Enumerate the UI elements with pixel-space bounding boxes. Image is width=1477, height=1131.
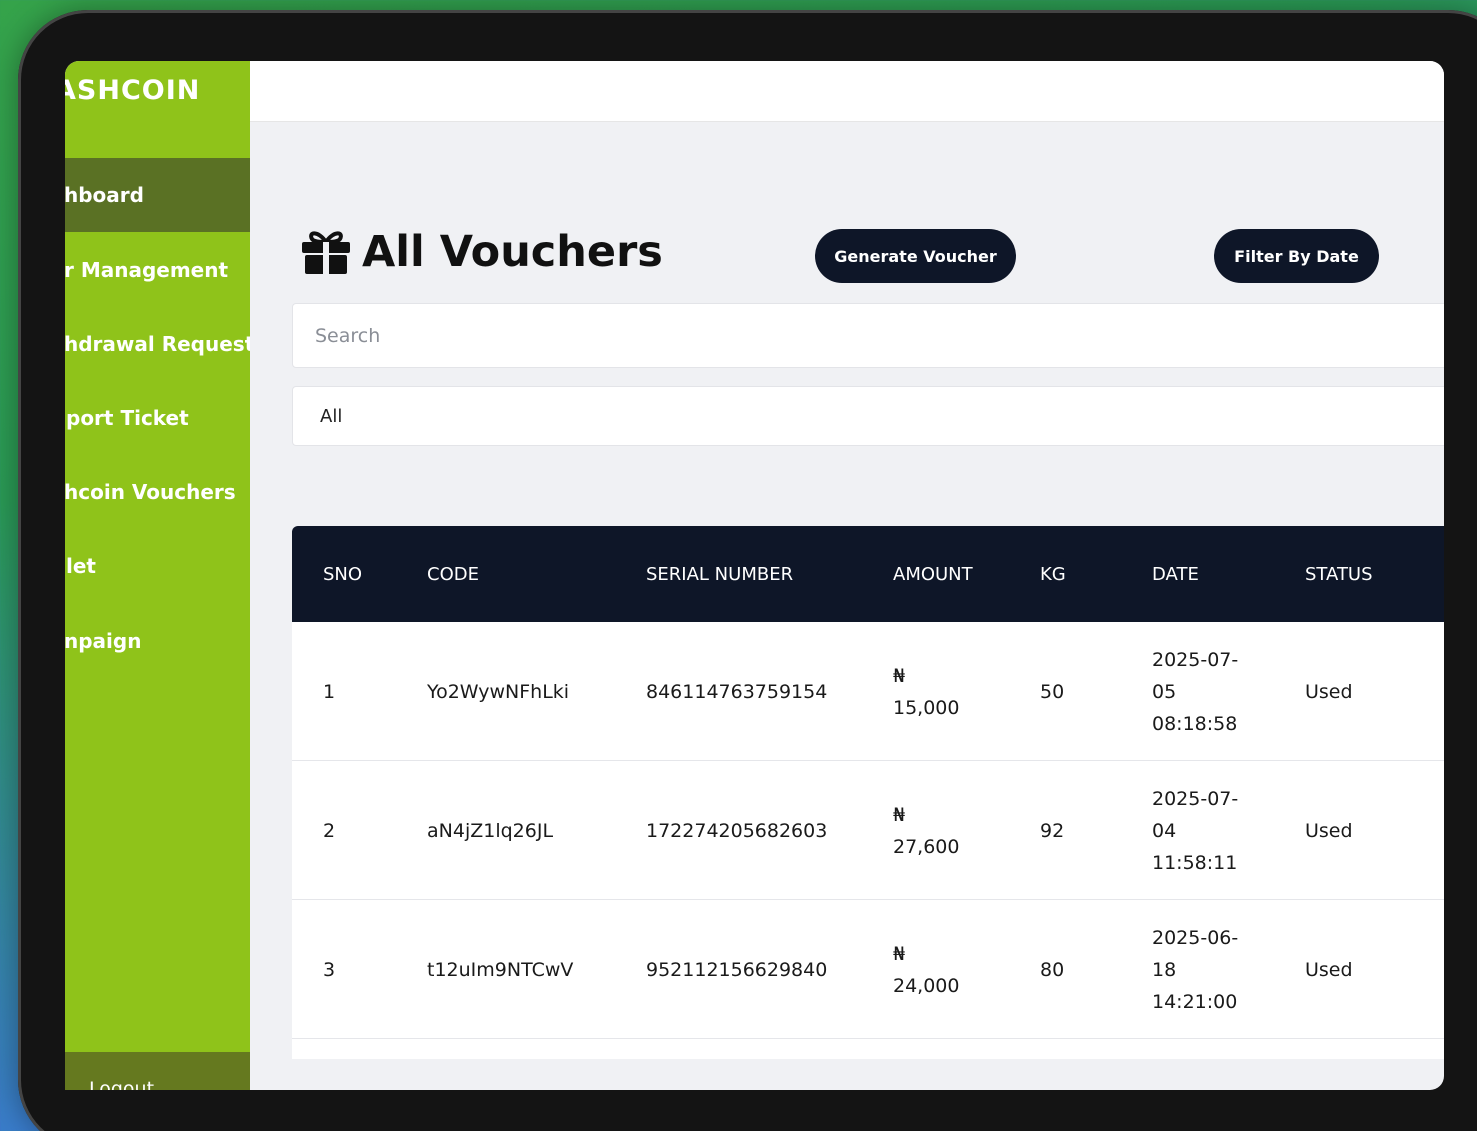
- cell-code: Yo2WywNFhLki: [427, 680, 570, 703]
- time-part: 14:21:00: [1152, 990, 1238, 1013]
- table-row[interactable]: 2 aN4jZ1lq26JL 172274205682603 ₦ 27,600 …: [292, 761, 1444, 900]
- logout-button[interactable]: Logout: [65, 1052, 250, 1090]
- column-header-sno: SNO: [323, 563, 363, 585]
- cell-date: 2025-06- 18 14:21:00: [1152, 900, 1238, 1039]
- cell-serial: 846114763759154: [646, 680, 828, 703]
- amount-value: 27,600: [893, 835, 960, 858]
- sidebar-item-user-management[interactable]: r Management: [65, 233, 250, 307]
- cell-date: 2025-07- 04 11:58:11: [1152, 761, 1238, 900]
- sidebar-item-ashcoin-vouchers[interactable]: hcoin Vouchers: [65, 455, 250, 529]
- cell-amount: ₦ 24,000: [893, 900, 959, 1039]
- sidebar-item-label: let: [66, 554, 96, 578]
- cell-kg: 92: [1040, 819, 1065, 842]
- cell-sno: 3: [323, 958, 336, 981]
- sidebar-item-label: r Management: [65, 258, 229, 282]
- brand-logo: ASHCOIN: [65, 75, 201, 106]
- cell-kg: 80: [1040, 958, 1065, 981]
- time-part: 11:58:11: [1152, 851, 1238, 874]
- table-row[interactable]: 3 t12uIm9NTCwV 952112156629840 ₦ 24,000 …: [292, 900, 1444, 1039]
- sidebar-item-label: hcoin Vouchers: [65, 480, 236, 504]
- page-title: All Vouchers: [362, 227, 663, 277]
- column-header-serial-number: SERIAL NUMBER: [646, 563, 794, 585]
- vouchers-table: SNO CODE SERIAL NUMBER AMOUNT KG DATE ST…: [292, 526, 1444, 1059]
- naira-symbol: ₦: [893, 664, 906, 687]
- column-header-amount: AMOUNT: [893, 563, 973, 585]
- app-screen: ASHCOIN hboard r Management hdrawal Requ…: [65, 61, 1444, 1090]
- table-header: SNO CODE SERIAL NUMBER AMOUNT KG DATE ST…: [292, 526, 1444, 622]
- sidebar-item-label: hdrawal Request: [65, 332, 250, 356]
- cell-status: Used: [1305, 819, 1353, 842]
- cell-code: aN4jZ1lq26JL: [427, 819, 554, 842]
- naira-symbol: ₦: [893, 803, 906, 826]
- sidebar-item-withdrawal-request[interactable]: hdrawal Request: [65, 307, 250, 381]
- sidebar: ASHCOIN hboard r Management hdrawal Requ…: [65, 61, 250, 1090]
- table-row[interactable]: 1 Yo2WywNFhLki 846114763759154 ₦ 15,000 …: [292, 622, 1444, 761]
- sidebar-item-dashboard[interactable]: hboard: [65, 158, 250, 232]
- filter-by-date-button[interactable]: Filter By Date: [1214, 229, 1379, 283]
- date-part: 04: [1152, 819, 1177, 842]
- gift-icon: [302, 231, 350, 274]
- date-part: 2025-07-: [1152, 787, 1239, 810]
- cell-kg: 50: [1040, 680, 1065, 703]
- cell-code: t12uIm9NTCwV: [427, 958, 574, 981]
- naira-symbol: ₦: [893, 942, 906, 965]
- cell-serial: 952112156629840: [646, 958, 828, 981]
- sidebar-item-label: hboard: [65, 183, 144, 207]
- time-part: 08:18:58: [1152, 712, 1238, 735]
- search-input[interactable]: [292, 303, 1444, 368]
- cell-amount: ₦ 15,000: [893, 622, 959, 761]
- sidebar-item-label: port Ticket: [66, 406, 189, 430]
- cell-status: Used: [1305, 680, 1353, 703]
- top-bar: [250, 61, 1444, 122]
- column-header-date: DATE: [1152, 563, 1199, 585]
- column-header-kg: KG: [1040, 563, 1066, 585]
- cell-sno: 2: [323, 819, 336, 842]
- sidebar-item-campaign[interactable]: npaign: [65, 604, 250, 678]
- column-header-status: STATUS: [1305, 563, 1373, 585]
- table-row: [292, 1039, 1444, 1059]
- cell-sno: 1: [323, 680, 336, 703]
- cell-status: Used: [1305, 958, 1353, 981]
- cell-amount: ₦ 27,600: [893, 761, 959, 900]
- cell-serial: 172274205682603: [646, 819, 828, 842]
- sidebar-item-support-ticket[interactable]: port Ticket: [65, 381, 250, 455]
- date-part: 18: [1152, 958, 1177, 981]
- date-part: 2025-07-: [1152, 648, 1239, 671]
- date-part: 05: [1152, 680, 1177, 703]
- column-header-code: CODE: [427, 563, 479, 585]
- date-part: 2025-06-: [1152, 926, 1239, 949]
- sidebar-item-label: npaign: [65, 629, 142, 653]
- amount-value: 24,000: [893, 974, 960, 997]
- page-header: All Vouchers: [302, 227, 663, 277]
- sidebar-item-wallet[interactable]: let: [65, 529, 250, 603]
- cell-date: 2025-07- 05 08:18:58: [1152, 622, 1238, 761]
- status-filter-select[interactable]: All: [292, 386, 1444, 446]
- generate-voucher-button[interactable]: Generate Voucher: [815, 229, 1016, 283]
- amount-value: 15,000: [893, 696, 960, 719]
